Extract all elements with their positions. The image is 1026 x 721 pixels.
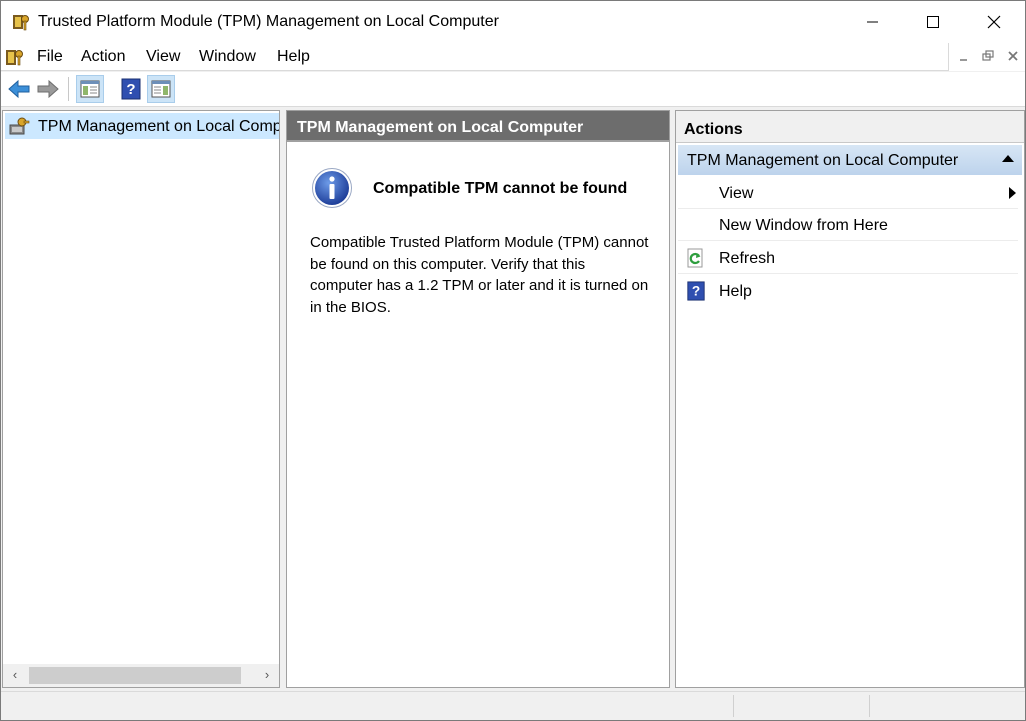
action-help-label: Help bbox=[719, 283, 752, 300]
menu-file[interactable]: File bbox=[37, 48, 63, 66]
child-minimize-icon[interactable] bbox=[957, 49, 971, 63]
window-title: Trusted Platform Module (TPM) Management… bbox=[38, 13, 499, 30]
action-refresh[interactable]: Refresh bbox=[678, 242, 1018, 274]
actions-pane: Actions TPM Management on Local Computer… bbox=[675, 110, 1025, 688]
results-pane: TPM Management on Local Computer Compati… bbox=[286, 110, 670, 688]
refresh-icon bbox=[687, 248, 703, 268]
horizontal-scrollbar[interactable]: ‹ › bbox=[3, 664, 279, 687]
menu-view[interactable]: View bbox=[146, 48, 180, 66]
action-new-window-from-here[interactable]: New Window from Here bbox=[678, 209, 1018, 241]
close-icon bbox=[987, 15, 1001, 29]
status-segment bbox=[869, 695, 870, 717]
show-hide-console-tree-button[interactable] bbox=[76, 75, 104, 103]
forward-arrow-icon bbox=[37, 79, 59, 99]
child-window-controls bbox=[948, 43, 1025, 71]
help-icon: ? bbox=[121, 78, 141, 100]
status-bar bbox=[1, 691, 1025, 720]
menu-help[interactable]: Help bbox=[277, 48, 310, 66]
close-button[interactable] bbox=[964, 1, 1024, 43]
menu-window[interactable]: Window bbox=[199, 48, 256, 66]
title-bar: Trusted Platform Module (TPM) Management… bbox=[1, 1, 1025, 43]
minimize-button[interactable] bbox=[843, 1, 903, 43]
back-arrow-icon bbox=[8, 79, 30, 99]
maximize-button[interactable] bbox=[903, 1, 963, 43]
actions-pane-header: Actions bbox=[676, 111, 1024, 143]
tpm-management-icon bbox=[9, 117, 30, 135]
help-icon: ? bbox=[687, 281, 705, 301]
help-toolbar-button[interactable]: ? bbox=[117, 75, 145, 103]
toolbar: ? bbox=[1, 72, 1025, 107]
console-tree-pane: TPM Management on Local Computer ‹ › bbox=[2, 110, 280, 688]
show-hide-action-pane-icon bbox=[151, 80, 171, 98]
action-view[interactable]: View bbox=[678, 177, 1018, 209]
submenu-arrow-icon bbox=[1009, 187, 1016, 199]
svg-text:?: ? bbox=[126, 81, 135, 98]
menu-action[interactable]: Action bbox=[81, 48, 125, 66]
show-hide-console-tree-icon bbox=[80, 80, 100, 98]
maximize-icon bbox=[927, 16, 939, 28]
scroll-left-icon[interactable]: ‹ bbox=[7, 667, 23, 683]
forward-button[interactable] bbox=[34, 75, 62, 103]
action-help[interactable]: ? Help bbox=[678, 275, 1018, 307]
action-new-window-label: New Window from Here bbox=[719, 217, 888, 234]
tpm-console-icon[interactable] bbox=[5, 46, 25, 68]
information-icon bbox=[312, 168, 352, 208]
info-title: Compatible TPM cannot be found bbox=[373, 180, 628, 197]
action-refresh-label: Refresh bbox=[719, 250, 776, 267]
action-view-label: View bbox=[719, 185, 754, 202]
actions-title: Actions bbox=[684, 121, 743, 138]
show-hide-action-pane-button[interactable] bbox=[147, 75, 175, 103]
tree-item-tpm-management[interactable]: TPM Management on Local Computer bbox=[5, 113, 279, 139]
info-body: Compatible Trusted Platform Module (TPM)… bbox=[310, 234, 649, 316]
results-pane-header: TPM Management on Local Computer bbox=[287, 111, 669, 142]
child-restore-icon[interactable] bbox=[981, 49, 995, 63]
menu-bar: File Action View Window Help bbox=[1, 43, 1025, 71]
child-close-icon[interactable] bbox=[1006, 49, 1020, 63]
status-segment bbox=[733, 695, 734, 717]
scroll-right-icon[interactable]: › bbox=[259, 667, 275, 683]
toolbar-separator bbox=[68, 77, 69, 101]
mmc-window: Trusted Platform Module (TPM) Management… bbox=[0, 0, 1026, 721]
back-button[interactable] bbox=[5, 75, 33, 103]
tpm-key-icon bbox=[13, 15, 29, 31]
results-pane-title: TPM Management on Local Computer bbox=[297, 119, 584, 136]
scrollbar-thumb[interactable] bbox=[29, 667, 241, 684]
svg-text:?: ? bbox=[692, 284, 700, 299]
collapse-up-icon[interactable] bbox=[1002, 155, 1014, 162]
tree-item-label: TPM Management on Local Computer bbox=[38, 118, 279, 135]
minimize-icon bbox=[867, 21, 878, 23]
actions-group-header[interactable]: TPM Management on Local Computer bbox=[678, 145, 1022, 175]
actions-group-label: TPM Management on Local Computer bbox=[687, 152, 959, 169]
